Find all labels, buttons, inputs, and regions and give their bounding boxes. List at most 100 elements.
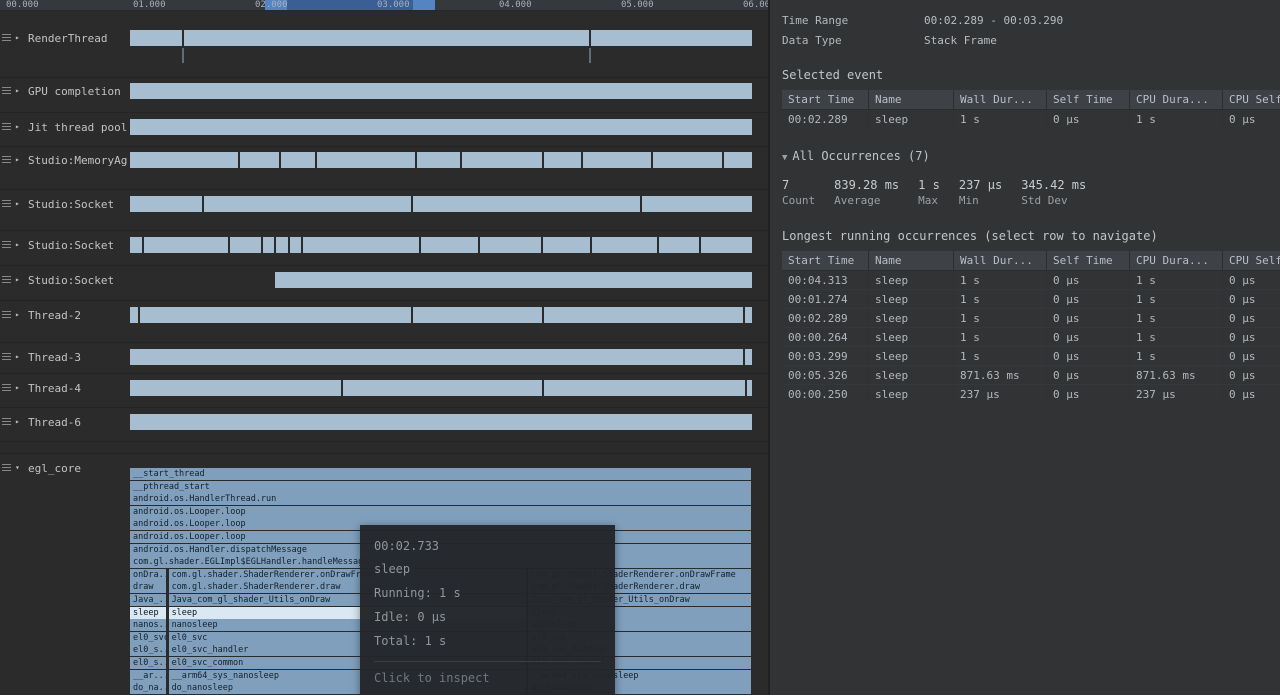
chevron-right-icon[interactable]: ▸ [15, 273, 24, 287]
thread-label[interactable]: ▸ RenderThread [0, 31, 130, 45]
activity-gap [721, 152, 724, 168]
thread-label[interactable]: ▸ GPU completion [0, 84, 130, 98]
chevron-down-icon[interactable]: ▾ [15, 461, 24, 475]
drag-handle-icon[interactable] [2, 240, 11, 250]
thread-label[interactable]: ▸ Jit thread pool [0, 120, 130, 134]
chevron-right-icon[interactable]: ▸ [15, 381, 24, 395]
occurrence-row[interactable]: 00:04.313 sleep 1 s0 µs 1 s0 µs [782, 270, 1280, 290]
thread-track-bar[interactable] [130, 380, 752, 396]
thread-label[interactable]: ▸ Studio:Socket [0, 197, 130, 211]
flame-frame[interactable]: android.os.HandlerThread.run [130, 493, 751, 506]
flame-frame[interactable]: do_na... [130, 682, 167, 695]
chevron-right-icon[interactable]: ▸ [15, 153, 24, 167]
flame-frame[interactable]: Java_... [130, 594, 167, 606]
occurrence-row[interactable]: 00:00.264 sleep 1 s0 µs 1 s0 µs [782, 327, 1280, 347]
thread-label[interactable]: ▾ egl_core [0, 461, 130, 475]
column-header[interactable]: Start Time [782, 251, 869, 271]
column-header[interactable]: Start Time [782, 90, 869, 110]
activity-gap [460, 152, 463, 168]
column-header[interactable]: CPU Self... [1222, 90, 1280, 110]
drag-handle-icon[interactable] [2, 199, 11, 209]
thread-track-bar[interactable] [274, 272, 752, 288]
table-cell: 00:01.274 [782, 289, 869, 309]
column-header[interactable]: Wall Dur... [953, 90, 1047, 110]
column-header[interactable]: CPU Dura... [1129, 90, 1223, 110]
flame-frame[interactable]: android.os.Looper.loop [130, 505, 751, 518]
selected-event-row[interactable]: 00:02.289 sleep 1 s0 µs 1 s0 µs [782, 109, 1280, 128]
chevron-right-icon[interactable]: ▸ [15, 31, 24, 45]
column-header[interactable]: CPU Self... [1222, 251, 1280, 271]
thread-label[interactable]: ▸ Studio:MemoryAg [0, 153, 130, 167]
thread-track-bar[interactable] [130, 196, 752, 212]
thread-label[interactable]: ▸ Studio:Socket [0, 238, 130, 252]
flame-frame[interactable]: nanos... [130, 619, 167, 632]
table-cell: 1 s [1129, 270, 1223, 290]
occurrence-row[interactable]: 00:01.274 sleep 1 s0 µs 1 s0 µs [782, 289, 1280, 309]
occurrence-row[interactable]: 00:02.289 sleep 1 s0 µs 1 s0 µs [782, 308, 1280, 328]
thread-track-bar[interactable] [130, 237, 752, 253]
table-cell: 00:02.289 [782, 308, 869, 328]
flame-frame[interactable]: el0_s... [130, 657, 167, 669]
flame-frame[interactable]: __ar... [130, 669, 167, 682]
drag-handle-icon[interactable] [2, 155, 11, 165]
flame-frame[interactable]: __pthread_start [130, 480, 751, 493]
table-cell: 1 s [953, 109, 1047, 128]
thread-label[interactable]: ▸ Thread-4 [0, 381, 130, 395]
drag-handle-icon[interactable] [2, 463, 11, 473]
column-header[interactable]: CPU Dura... [1129, 251, 1223, 271]
thread-track-bar[interactable] [130, 119, 752, 135]
flame-frame[interactable]: __start_thread [130, 468, 751, 480]
column-header[interactable]: Self Time [1046, 90, 1130, 110]
chevron-right-icon[interactable]: ▸ [15, 120, 24, 134]
occurrence-row[interactable]: 00:05.326 sleep 871.63 ms 0 µs 871.63 ms 0 µs [782, 365, 1280, 385]
stat-item: 839.28 ms Average [834, 177, 899, 208]
activity-gap [181, 30, 184, 46]
tooltip-idle: Idle: 0 µs [374, 610, 447, 624]
thread-track-bar[interactable] [130, 414, 752, 430]
column-header[interactable]: Self Time [1046, 251, 1130, 271]
drag-handle-icon[interactable] [2, 383, 11, 393]
drag-handle-icon[interactable] [2, 352, 11, 362]
chevron-right-icon[interactable]: ▸ [15, 308, 24, 322]
flame-frame[interactable]: draw [130, 581, 167, 594]
timeline-ruler[interactable]: 00.000 01.000 02.000 03.000 04.000 05.000 06.0… [0, 0, 768, 11]
thread-track-bar[interactable] [130, 152, 752, 168]
thread-track-bar[interactable] [130, 30, 752, 46]
thread-track-bar[interactable] [130, 83, 752, 99]
drag-handle-icon[interactable] [2, 86, 11, 96]
chevron-right-icon[interactable]: ▸ [15, 415, 24, 429]
thread-label[interactable]: ▸ Thread-2 [0, 308, 130, 322]
drag-handle-icon[interactable] [2, 33, 11, 43]
column-header[interactable]: Name [868, 251, 954, 271]
drag-handle-icon[interactable] [2, 275, 11, 285]
row-separator [0, 112, 768, 113]
column-header[interactable]: Name [868, 90, 954, 110]
all-occurrences-toggle[interactable]: ▼ All Occurrences (7) [782, 149, 1268, 165]
flame-frame[interactable]: sleep [130, 606, 167, 619]
ruler-time-label: 06.000 [743, 0, 768, 10]
thread-track-bar[interactable] [130, 349, 752, 365]
tooltip-hint-drag: Click + drag to select multiple events [374, 690, 601, 695]
flame-frame[interactable]: el0_s... [130, 644, 167, 657]
chevron-right-icon[interactable]: ▸ [15, 350, 24, 364]
chevron-right-icon[interactable]: ▸ [15, 197, 24, 211]
thread-label[interactable]: ▸ Thread-3 [0, 350, 130, 364]
thread-track-bar[interactable] [130, 307, 752, 323]
occurrence-row[interactable]: 00:00.250 sleep 237 µs 0 µs 237 µs 0 µs [782, 384, 1280, 403]
chevron-right-icon[interactable]: ▸ [15, 238, 24, 252]
flame-frame[interactable]: onDra... [130, 568, 167, 581]
chevron-right-icon[interactable]: ▸ [15, 84, 24, 98]
selection-handle-right[interactable] [413, 0, 435, 10]
drag-handle-icon[interactable] [2, 310, 11, 320]
occurrence-row[interactable]: 00:03.299 sleep 1 s0 µs 1 s0 µs [782, 346, 1280, 366]
occurrence-stats: 7 Count 839.28 ms Average 1 s Max 237 µs Min 345… [782, 177, 1268, 208]
table-cell: 00:02.289 [782, 109, 869, 128]
drag-handle-icon[interactable] [2, 417, 11, 427]
flame-frame[interactable]: el0_svc [130, 631, 167, 644]
column-header[interactable]: Wall Dur... [953, 251, 1047, 271]
thread-label[interactable]: ▸ Thread-6 [0, 415, 130, 429]
longest-occurrences-table: Start Time Name Wall Dur... Self Time CPU Du… [782, 251, 1280, 403]
activity-gap [287, 237, 290, 253]
thread-label[interactable]: ▸ Studio:Socket [0, 273, 130, 287]
drag-handle-icon[interactable] [2, 122, 11, 132]
